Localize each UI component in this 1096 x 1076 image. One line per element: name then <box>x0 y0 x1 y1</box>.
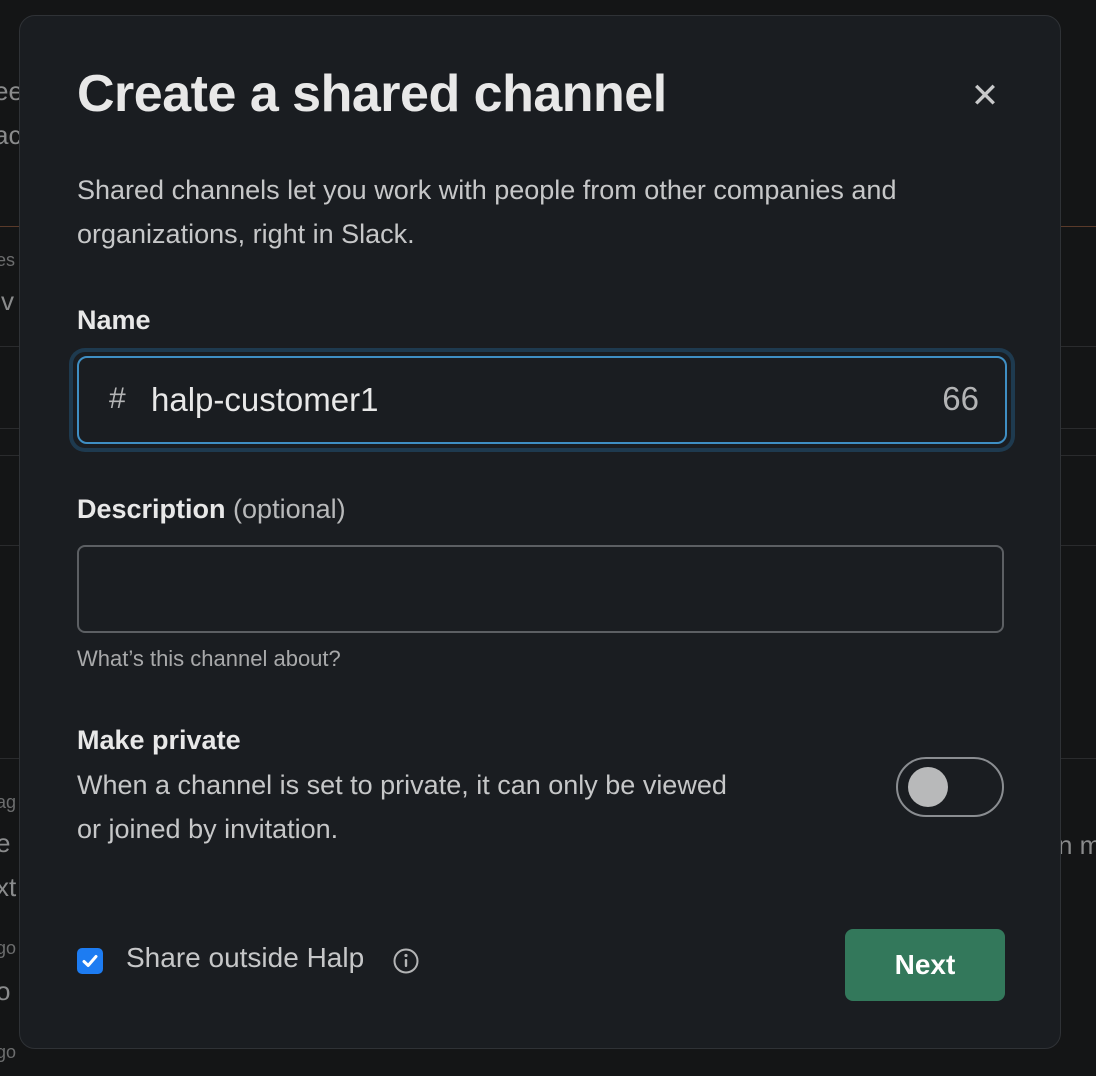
make-private-toggle[interactable] <box>896 757 1004 817</box>
background-text: ag <box>0 792 17 812</box>
info-icon[interactable] <box>392 947 420 975</box>
close-button[interactable]: ✕ <box>963 74 1007 118</box>
next-button[interactable]: Next <box>845 929 1005 1001</box>
background-text: n m <box>1058 830 1096 860</box>
channel-name-field[interactable]: # 66 <box>73 352 1011 448</box>
share-outside-checkbox[interactable] <box>77 948 103 974</box>
background-text: o <box>0 976 11 1006</box>
character-counter: 66 <box>942 380 979 417</box>
channel-name-input[interactable] <box>151 378 891 422</box>
background-text: go <box>0 1042 17 1062</box>
background-text: es <box>0 250 16 270</box>
background-text: 'v <box>0 286 14 316</box>
share-outside-label: Share outside Halp <box>126 942 365 973</box>
make-private-label: Make private <box>77 725 241 755</box>
background-text: xt <box>0 872 17 902</box>
description-input[interactable] <box>77 545 1004 633</box>
optional-text: (optional) <box>233 494 346 524</box>
description-label-text: Description <box>77 494 226 524</box>
background-text: e <box>0 828 11 858</box>
description-hint: What’s this channel about? <box>77 646 341 671</box>
description-label: Description (optional) <box>77 494 346 525</box>
modal-title: Create a shared channel <box>77 65 667 123</box>
hash-icon: # <box>109 382 126 415</box>
make-private-description: When a channel is set to private, it can… <box>77 770 727 844</box>
channel-name-input-box[interactable]: # 66 <box>77 356 1007 444</box>
modal-intro: Shared channels let you work with people… <box>77 175 897 249</box>
create-shared-channel-modal: Create a shared channel ✕ Shared channel… <box>19 15 1061 1049</box>
name-label: Name <box>77 305 151 335</box>
checkmark-icon <box>82 955 98 967</box>
background-text: go <box>0 938 17 958</box>
close-icon: ✕ <box>970 76 1000 116</box>
toggle-knob <box>908 767 948 807</box>
